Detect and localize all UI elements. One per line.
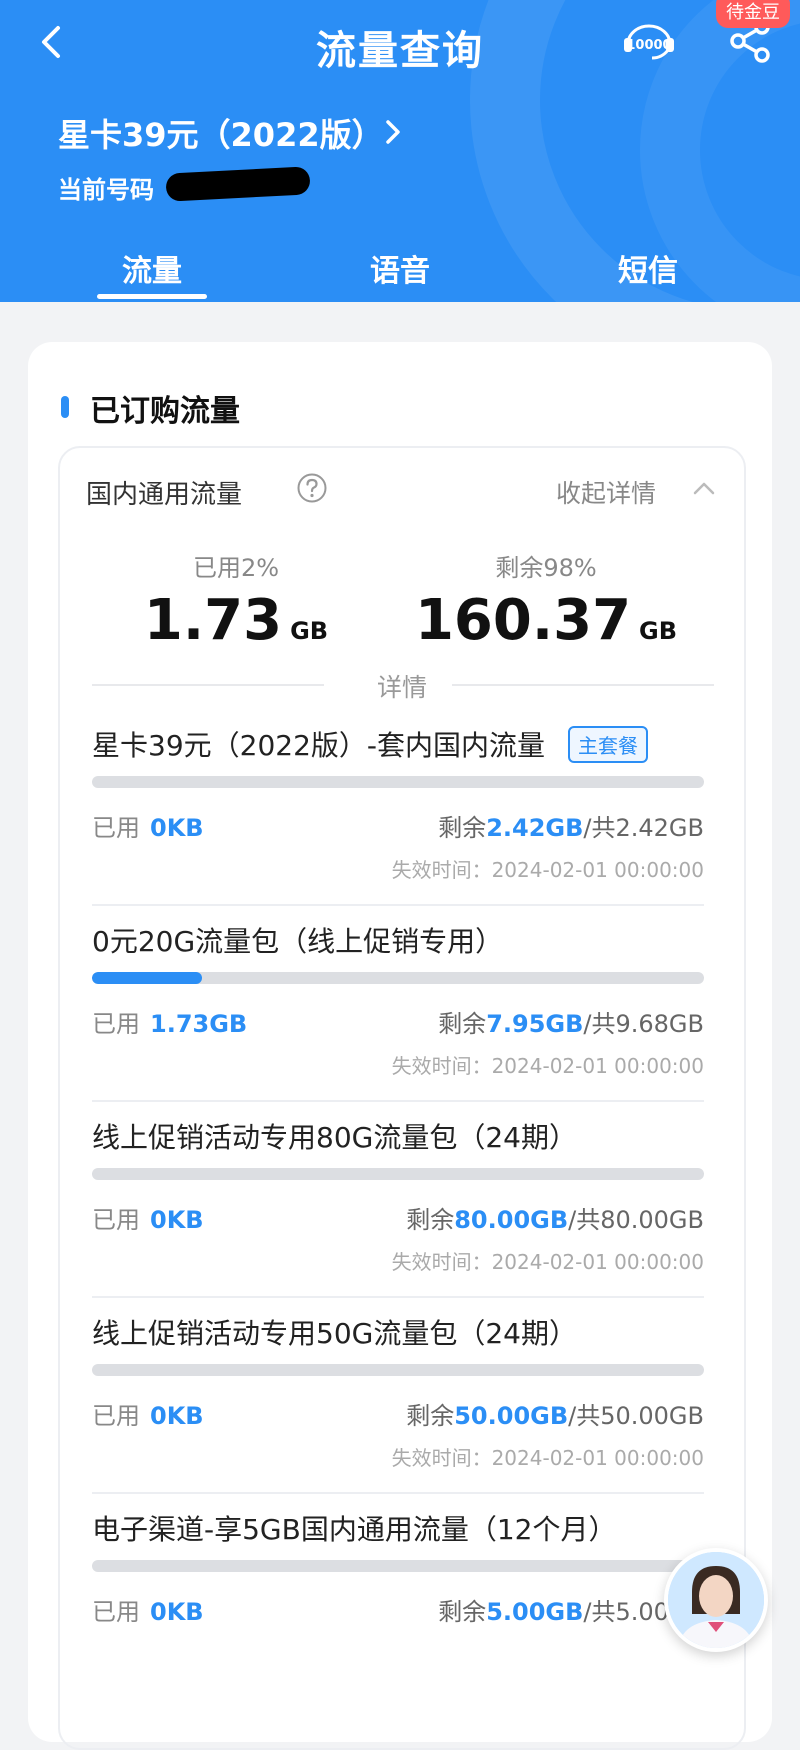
remain-text: 剩余80.00GB/共80.00GB <box>406 1200 704 1235</box>
used-text: 已用 0KB <box>92 1592 204 1627</box>
used-prefix: 已用 <box>92 1598 140 1626</box>
used-value: 0KB <box>150 1402 204 1430</box>
customer-service-10000-icon[interactable]: 10000 <box>622 20 676 64</box>
tab-voice[interactable]: 语音 <box>330 246 470 290</box>
used-value: 1.73GB <box>150 1010 248 1038</box>
details-divider-label: 详情 <box>376 673 427 702</box>
remain-amount-value: 160.37 <box>414 588 632 653</box>
remain-text: 剩余50.00GB/共50.00GB <box>406 1396 704 1431</box>
main-plan-badge: 主套餐 <box>568 726 648 763</box>
redacted-phone-number <box>165 166 311 202</box>
package-item: 线上促销活动专用50G流量包（24期） 已用 0KB 剩余50.00GB/共50.… <box>90 1312 706 1526</box>
tab-data[interactable]: 流量 <box>82 246 222 290</box>
usage-progress-bar <box>92 1168 704 1180</box>
package-name: 0元20G流量包（线上促销专用） <box>92 925 504 958</box>
expire-time: 失效时间：2024-02-01 00:00:00 <box>391 1250 704 1274</box>
subscribed-data-card: 已订购流量 国内通用流量 收起详情 已用2% 1.73 GB 剩余98% 160.… <box>28 342 772 1750</box>
remain-value: 5.00GB <box>486 1598 584 1626</box>
current-number-label: 当前号码 <box>58 176 154 204</box>
total-value: /共80.00GB <box>568 1206 704 1234</box>
help-icon[interactable] <box>296 472 328 504</box>
expire-time: 失效时间：2024-02-01 00:00:00 <box>391 1446 704 1470</box>
expire-time: 失效时间：2024-02-01 00:00:00 <box>391 1054 704 1078</box>
usage-progress-bar <box>92 776 704 788</box>
assistant-avatar-button[interactable] <box>664 1548 768 1652</box>
used-percent-label: 已用2% <box>192 554 280 582</box>
package-item: 线上促销活动专用80G流量包（24期） 已用 0KB 剩余80.00GB/共80.… <box>90 1116 706 1330</box>
remain-text: 剩余2.42GB/共2.42GB <box>438 808 704 843</box>
usage-progress-bar <box>92 972 704 984</box>
usage-progress-bar <box>92 1364 704 1376</box>
package-item: 星卡39元（2022版）-套内国内流量 主套餐 已用 0KB 剩余2.42GB/共… <box>90 724 706 938</box>
remain-value: 7.95GB <box>486 1010 584 1038</box>
used-text: 已用 0KB <box>92 1396 204 1431</box>
used-prefix: 已用 <box>92 1402 140 1430</box>
remain-text: 剩余7.95GB/共9.68GB <box>438 1004 704 1039</box>
used-value: 0KB <box>150 1598 204 1626</box>
chevron-right-icon[interactable] <box>382 114 406 150</box>
remain-amount-unit: GB <box>639 617 678 645</box>
used-text: 已用 0KB <box>92 808 204 843</box>
remain-prefix: 剩余 <box>406 1402 455 1430</box>
page-title: 流量查询 <box>316 28 484 74</box>
divider-left <box>92 684 324 686</box>
remain-percent-label: 剩余98% <box>495 554 597 582</box>
section-title: 已订购流量 <box>90 394 240 429</box>
used-prefix: 已用 <box>92 1206 140 1234</box>
usage-progress-fill <box>92 972 203 984</box>
package-name: 电子渠道-享5GB国内通用流量（12个月） <box>92 1513 617 1546</box>
header-bar: 流量查询 10000 待金豆 星卡39元（2022版） 当前号码 流量 语音 短… <box>0 0 800 302</box>
remain-amount: 160.37 GB <box>386 588 706 653</box>
used-amount: 1.73 GB <box>76 588 396 653</box>
package-name: 星卡39元（2022版）-套内国内流量 <box>92 729 545 762</box>
remain-prefix: 剩余 <box>406 1206 455 1234</box>
total-value: /共9.68GB <box>583 1010 704 1038</box>
total-value: /共50.00GB <box>568 1402 704 1430</box>
used-value: 0KB <box>150 1206 204 1234</box>
package-separator <box>92 1100 704 1102</box>
plan-name[interactable]: 星卡39元（2022版） <box>58 110 384 156</box>
tab-sms[interactable]: 短信 <box>578 246 718 290</box>
usage-progress-bar <box>92 1560 704 1572</box>
package-name: 线上促销活动专用80G流量包（24期） <box>92 1121 577 1154</box>
expire-time: 失效时间：2024-02-01 00:00:00 <box>391 858 704 882</box>
domestic-data-panel: 国内通用流量 收起详情 已用2% 1.73 GB 剩余98% 160.37 GB 详… <box>58 446 746 1750</box>
remain-value: 80.00GB <box>454 1206 569 1234</box>
used-value: 0KB <box>150 814 204 842</box>
chevron-up-icon[interactable] <box>692 480 716 496</box>
package-name: 线上促销活动专用50G流量包（24期） <box>92 1317 577 1350</box>
total-value: /共2.42GB <box>583 814 704 842</box>
service-icon-text: 10000 <box>626 38 671 53</box>
package-item: 电子渠道-享5GB国内通用流量（12个月） 已用 0KB 剩余5.00GB/共5.… <box>90 1508 706 1722</box>
package-separator <box>92 904 704 906</box>
used-prefix: 已用 <box>92 814 140 842</box>
coin-badge[interactable]: 待金豆 <box>716 0 790 28</box>
domestic-data-title: 国内通用流量 <box>86 480 243 510</box>
used-amount-unit: GB <box>290 617 329 645</box>
package-separator <box>92 1296 704 1298</box>
used-amount-value: 1.73 <box>143 588 283 653</box>
divider-right <box>452 684 714 686</box>
used-prefix: 已用 <box>92 1010 140 1038</box>
tab-bar: 流量 语音 短信 <box>0 238 800 302</box>
remain-value: 50.00GB <box>454 1402 569 1430</box>
active-tab-indicator <box>97 294 207 299</box>
remain-value: 2.42GB <box>486 814 584 842</box>
section-marker <box>61 396 69 418</box>
collapse-details-button[interactable]: 收起详情 <box>556 474 656 510</box>
package-item: 0元20G流量包（线上促销专用） 已用 1.73GB 剩余7.95GB/共9.68… <box>90 920 706 1134</box>
used-text: 已用 0KB <box>92 1200 204 1235</box>
used-text: 已用 1.73GB <box>92 1004 247 1039</box>
remain-prefix: 剩余 <box>438 814 487 842</box>
package-separator <box>92 1492 704 1494</box>
remain-prefix: 剩余 <box>438 1010 487 1038</box>
remain-prefix: 剩余 <box>438 1598 487 1626</box>
